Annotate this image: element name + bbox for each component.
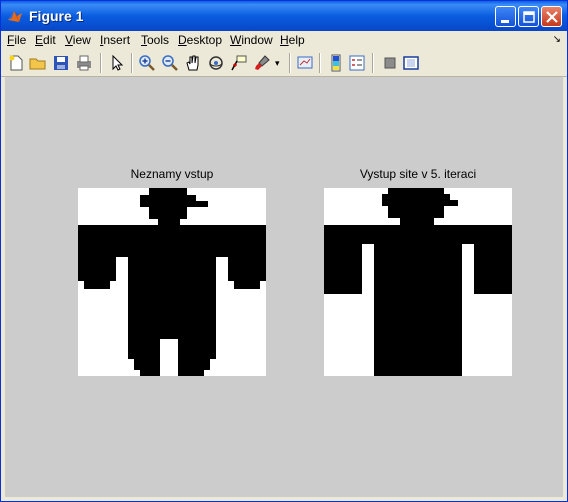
unknown-input-figure-image: [78, 188, 266, 376]
figure-window: Figure 1 File Edit View Insert Tools Des…: [0, 0, 568, 502]
hide-plot-tools-icon[interactable]: [381, 54, 399, 72]
window-title: Figure 1: [29, 8, 84, 24]
menu-view[interactable]: View: [65, 33, 91, 47]
insert-legend-icon[interactable]: [348, 54, 366, 72]
axes-network-output[interactable]: [324, 188, 512, 376]
show-plot-tools-icon[interactable]: [402, 54, 420, 72]
toolbar-separator: [100, 53, 102, 73]
insert-colorbar-icon[interactable]: [327, 54, 345, 72]
brush-icon[interactable]: [253, 54, 271, 72]
new-figure-icon[interactable]: [7, 54, 25, 72]
data-cursor-icon[interactable]: [230, 54, 248, 72]
menu-desktop[interactable]: Desktop: [178, 33, 222, 47]
title-bar[interactable]: Figure 1: [1, 1, 567, 31]
edit-plot-icon[interactable]: [108, 54, 126, 72]
network-output-figure-image: [324, 188, 512, 376]
toolbar-separator: [372, 53, 374, 73]
menu-bar: File Edit View Insert Tools Desktop Wind…: [1, 31, 567, 50]
zoom-in-icon[interactable]: [138, 54, 156, 72]
matlab-icon: [8, 11, 22, 22]
menu-file[interactable]: File: [7, 33, 26, 47]
zoom-out-icon[interactable]: [161, 54, 179, 72]
rotate-3d-icon[interactable]: [207, 54, 225, 72]
figure-canvas: Neznamy vstup Vystup site v 5. iteraci: [5, 77, 563, 497]
print-icon[interactable]: [75, 54, 93, 72]
minimize-icon: [501, 20, 509, 23]
brush-dropdown-chevron-icon[interactable]: ▾: [275, 58, 280, 69]
toolbar-separator: [319, 53, 321, 73]
link-plot-icon[interactable]: [296, 54, 314, 72]
minimize-button[interactable]: [495, 6, 516, 27]
menu-insert[interactable]: Insert: [100, 33, 130, 47]
open-file-icon[interactable]: [29, 54, 47, 72]
toolbar-separator: [131, 53, 133, 73]
figure-toolbar: ▾: [1, 50, 567, 77]
axes-title-unknown-input: Neznamy vstup: [130, 167, 214, 181]
toolbar-separator: [289, 53, 291, 73]
menu-dock-icon[interactable]: ↘: [553, 34, 561, 45]
close-button[interactable]: [541, 6, 562, 27]
menu-window[interactable]: Window: [230, 33, 273, 47]
save-icon[interactable]: [52, 54, 70, 72]
maximize-button[interactable]: [518, 6, 539, 27]
menu-help[interactable]: Help: [280, 33, 305, 47]
menu-tools[interactable]: Tools: [141, 33, 169, 47]
axes-title-network-output: Vystup site v 5. iteraci: [359, 167, 477, 181]
maximize-icon: [523, 11, 535, 23]
axes-unknown-input[interactable]: [78, 188, 266, 376]
pan-hand-icon[interactable]: [184, 54, 202, 72]
close-icon: [546, 11, 558, 23]
menu-edit[interactable]: Edit: [35, 33, 56, 47]
